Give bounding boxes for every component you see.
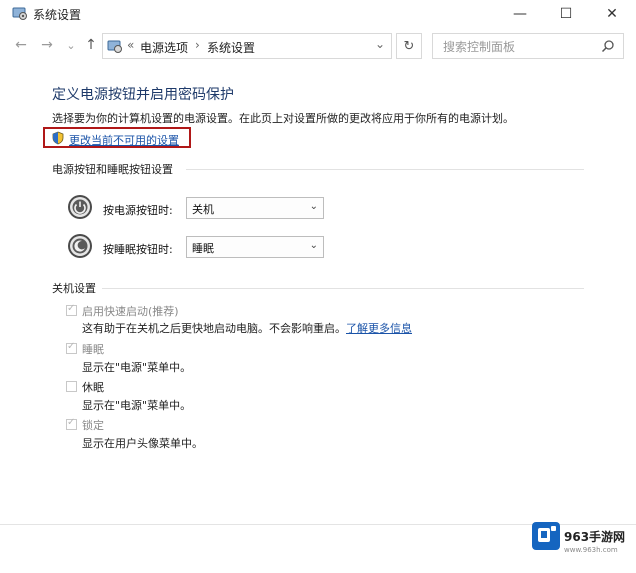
lock-option-description: 显示在用户头像菜单中。: [82, 437, 203, 450]
fast-startup-checkbox[interactable]: [66, 303, 77, 316]
sleep-button-action-value: 睡眠: [192, 242, 214, 255]
breadcrumb-power-options[interactable]: 电源选项: [140, 39, 188, 56]
control-panel-icon: [107, 40, 122, 53]
watermark: 963手游网 www.963h.com: [532, 522, 628, 564]
learn-more-link[interactable]: 了解更多信息: [346, 322, 412, 335]
window-title: 系统设置: [33, 8, 82, 22]
watermark-url: www.963h.com: [564, 546, 618, 554]
address-bar: ← → ⌄ ↑ « 电源选项 › 系统设置 ⌄ ↻: [0, 30, 636, 62]
chevron-down-icon: ⌄: [309, 201, 318, 212]
sleep-option-label: 睡眠: [82, 343, 104, 356]
back-button[interactable]: ←: [12, 36, 30, 54]
recent-locations-button[interactable]: ⌄: [62, 36, 80, 54]
brand-logo-icon: [532, 522, 560, 550]
address-dropdown-icon[interactable]: ⌄: [375, 37, 385, 51]
power-button-action-value: 关机: [192, 203, 214, 216]
address-field[interactable]: « 电源选项 › 系统设置 ⌄: [102, 33, 392, 59]
up-button[interactable]: ↑: [82, 36, 100, 54]
sleep-checkbox[interactable]: [66, 341, 77, 354]
breadcrumb-system-settings[interactable]: 系统设置: [207, 39, 255, 56]
power-button-icon: [68, 195, 92, 219]
shutdown-section-label: 关机设置: [52, 282, 96, 295]
hibernate-checkbox[interactable]: [66, 381, 77, 392]
minimize-button[interactable]: —: [497, 0, 543, 28]
title-bar: 系统设置 — ☐ ✕: [0, 0, 636, 28]
lock-checkbox[interactable]: [66, 417, 77, 430]
sleep-button-icon: [68, 234, 92, 258]
forward-button[interactable]: →: [38, 36, 56, 54]
hibernate-option-description: 显示在"电源"菜单中。: [82, 399, 192, 412]
refresh-button[interactable]: ↻: [396, 33, 422, 59]
close-button[interactable]: ✕: [589, 0, 635, 28]
sleep-button-action-select[interactable]: 睡眠 ⌄: [186, 236, 324, 258]
page-description: 选择要为你的计算机设置的电源设置。在此页上对设置所做的更改将应用于你所有的电源计…: [52, 112, 514, 125]
lock-option-label: 锁定: [82, 419, 104, 432]
control-panel-icon: [12, 7, 27, 20]
watermark-brand: 963手游网: [564, 530, 626, 544]
section-divider: [102, 288, 584, 289]
change-unavailable-settings-link[interactable]: 更改当前不可用的设置: [69, 132, 179, 148]
section-divider: [186, 169, 584, 170]
fast-startup-label: 启用快速启动(推荐): [82, 305, 179, 318]
page-title: 定义电源按钮并启用密码保护: [52, 87, 234, 103]
sleep-button-label: 按睡眠按钮时:: [103, 243, 173, 256]
shield-icon: [52, 131, 64, 145]
power-button-label: 按电源按钮时:: [103, 204, 173, 217]
search-icon[interactable]: [601, 39, 615, 53]
power-button-action-select[interactable]: 关机 ⌄: [186, 197, 324, 219]
search-input[interactable]: [441, 37, 595, 57]
hibernate-option-label: 休眠: [82, 381, 104, 394]
fast-startup-description: 这有助于在关机之后更快地启动电脑。不会影响重启。了解更多信息: [82, 322, 412, 335]
maximize-button[interactable]: ☐: [543, 0, 589, 28]
sleep-option-description: 显示在"电源"菜单中。: [82, 361, 192, 374]
breadcrumb-separator[interactable]: ›: [195, 38, 200, 52]
breadcrumb-overflow[interactable]: «: [127, 38, 134, 52]
search-box[interactable]: [432, 33, 624, 59]
chevron-down-icon: ⌄: [309, 240, 318, 251]
power-section-label: 电源按钮和睡眠按钮设置: [52, 163, 173, 176]
